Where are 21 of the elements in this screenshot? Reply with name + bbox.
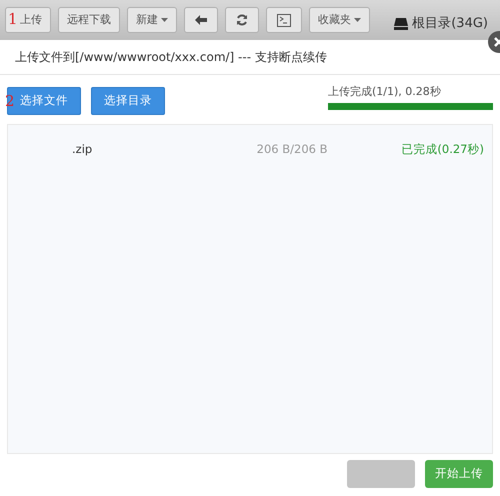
hard-drive-icon [394, 18, 408, 30]
caret-icon [354, 18, 361, 22]
dropdown-button[interactable]: 收藏夹 [309, 7, 370, 33]
file-status: 已完成(0.27秒) [401, 141, 484, 158]
toolbar-button[interactable]: 1 上传 [5, 7, 51, 33]
toolbar-button[interactable]: 远程下载 [58, 7, 120, 33]
disk-label: 根目录(34G) [412, 14, 488, 33]
left-arrow-icon [195, 15, 207, 25]
progress-label: 上传完成(1/1), 0.28秒 [328, 84, 442, 100]
dropdown-button[interactable]: 新建 [127, 7, 177, 33]
refresh-icon [236, 14, 248, 26]
terminal-button[interactable] [266, 7, 302, 33]
file-size: 206 B/206 B [256, 141, 329, 158]
file-name: .zip [72, 141, 94, 158]
caret-icon [161, 18, 168, 22]
dialog-title: 上传文件到[/www/wwwroot/xxx.com/] --- 支持断点续传 [15, 49, 327, 66]
select-button[interactable]: 选择目录 [91, 87, 165, 115]
refresh-button[interactable] [225, 7, 259, 33]
back-button[interactable] [184, 7, 218, 33]
terminal-icon [277, 14, 291, 26]
annotation-number: 1 [8, 12, 18, 27]
